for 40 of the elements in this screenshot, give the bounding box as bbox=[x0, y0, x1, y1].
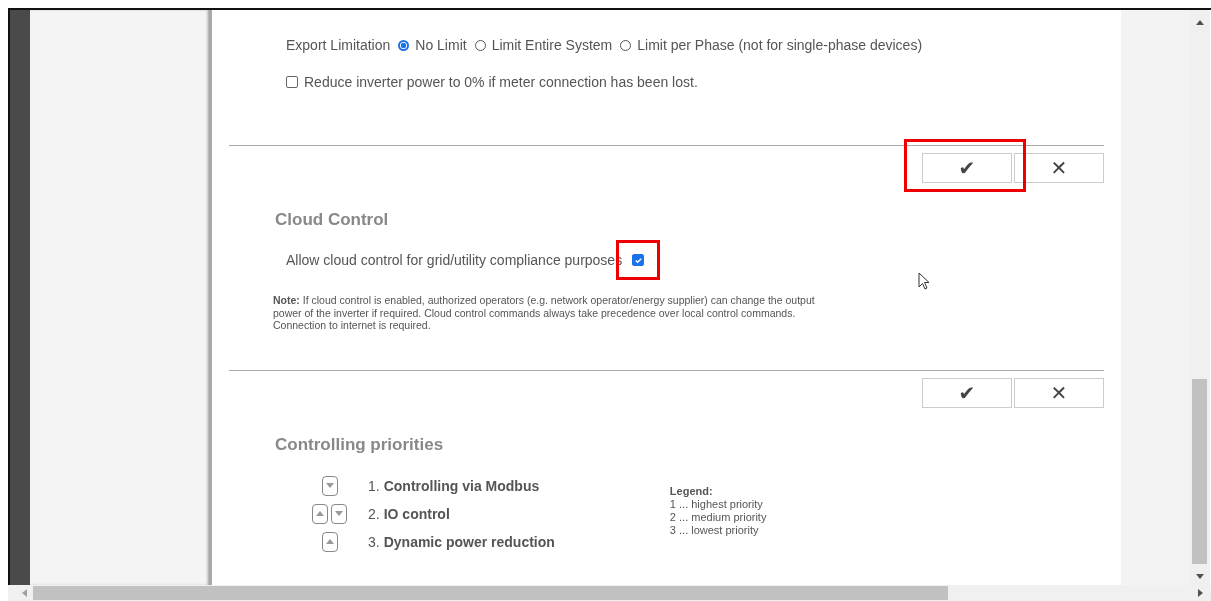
priority-number: 1. bbox=[368, 477, 380, 494]
priority-number: 2. bbox=[368, 505, 380, 522]
radio-label: Limit Entire System bbox=[491, 37, 613, 53]
section-title: Cloud Control bbox=[275, 210, 390, 230]
radio-label: No Limit bbox=[415, 37, 467, 53]
priority-label: Controlling via Modbus bbox=[383, 477, 540, 494]
scroll-right-icon[interactable] bbox=[1198, 589, 1203, 597]
note-text: Note: If cloud control is enabled, authorized operators (e.g. network operator/energy supplier) can change the output power of the inverter if required. Cloud control commands always take precedence over local control commands. Connection to internet is required. bbox=[273, 294, 816, 332]
cancel-button[interactable]: ✕ bbox=[1014, 377, 1104, 408]
cancel-button[interactable]: ✕ bbox=[1014, 153, 1104, 183]
scroll-down-icon[interactable] bbox=[1195, 574, 1204, 579]
confirm-button[interactable]: ✔ bbox=[922, 153, 1012, 183]
legend-entry: 1 ... highest priority bbox=[669, 497, 764, 512]
move-up-button[interactable] bbox=[321, 531, 338, 552]
legend-title: Legend: bbox=[669, 484, 714, 498]
priority-number: 3. bbox=[368, 533, 380, 550]
scroll-up-icon[interactable] bbox=[1195, 20, 1204, 25]
scroll-left-icon[interactable] bbox=[22, 589, 27, 597]
mouse-cursor-icon bbox=[918, 272, 931, 291]
move-up-button[interactable] bbox=[312, 503, 328, 524]
move-down-button[interactable] bbox=[331, 503, 347, 524]
legend-entry: 3 ... lowest priority bbox=[669, 524, 760, 538]
checkbox-label: Reduce inverter power to 0% if meter connection has been lost. bbox=[304, 74, 698, 90]
horizontal-scrollbar[interactable] bbox=[8, 585, 1211, 601]
radio-label: Limit per Phase (not for single-phase devices) bbox=[637, 37, 923, 53]
checkbox[interactable] bbox=[286, 76, 298, 88]
down-arrow-icon bbox=[325, 483, 334, 489]
scroll-thumb[interactable] bbox=[1192, 379, 1207, 564]
confirm-button[interactable]: ✔ bbox=[922, 377, 1012, 408]
radio-button[interactable] bbox=[398, 39, 410, 51]
priority-label: IO control bbox=[383, 505, 450, 522]
checkbox[interactable] bbox=[632, 254, 645, 266]
section-title: Controlling priorities bbox=[275, 434, 445, 455]
up-arrow-icon bbox=[316, 511, 324, 517]
export-limitation-label: Export Limitation bbox=[286, 37, 391, 53]
down-arrow-icon bbox=[335, 511, 343, 517]
up-arrow-icon bbox=[325, 539, 334, 545]
priority-label: Dynamic power reduction bbox=[383, 533, 555, 550]
move-down-button[interactable] bbox=[321, 475, 338, 496]
legend-entry: 2 ... medium priority bbox=[669, 511, 767, 525]
